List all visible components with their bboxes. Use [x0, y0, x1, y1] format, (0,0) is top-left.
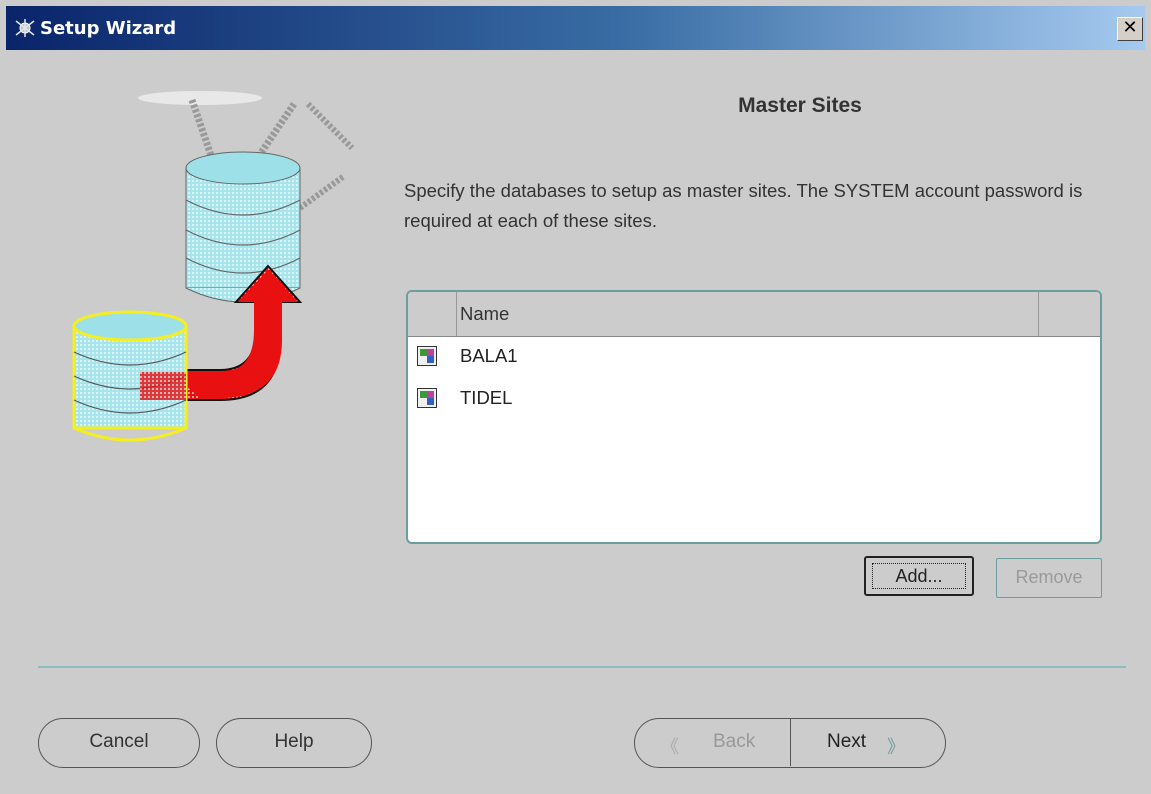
help-button[interactable]: Help: [216, 718, 372, 768]
master-sites-replication-illustration: [72, 91, 355, 442]
icon-column-header: [408, 292, 457, 336]
column-header-name[interactable]: Name: [456, 292, 1039, 336]
page-description: Specify the databases to setup as master…: [404, 180, 1083, 231]
next-button[interactable]: Next 》: [791, 719, 944, 766]
database-site-icon: [417, 388, 437, 408]
focus-ring: [872, 563, 966, 589]
database-site-icon: [417, 346, 437, 366]
help-button-label: Help: [274, 731, 314, 752]
chevron-left-icon: 《: [661, 737, 679, 758]
column-header-label: Name: [460, 303, 510, 324]
site-name: TIDEL: [460, 387, 513, 408]
window-title: Setup Wizard: [40, 18, 177, 39]
navigation-buttons: 《 Back Next 》: [634, 718, 946, 768]
title-bar: Setup Wizard ✕: [6, 6, 1145, 50]
master-sites-table[interactable]: Name BALA1 TIDEL: [406, 290, 1102, 544]
close-icon: ✕: [1122, 17, 1138, 38]
back-button-label: Back: [713, 731, 756, 752]
wizard-icon: [15, 19, 35, 37]
table-header: Name: [408, 292, 1100, 337]
table-row[interactable]: BALA1: [408, 338, 1100, 378]
remove-button[interactable]: Remove: [996, 558, 1102, 598]
remove-button-label: Remove: [1015, 567, 1083, 587]
next-button-label: Next: [827, 731, 867, 752]
cancel-button-label: Cancel: [89, 731, 149, 752]
close-button[interactable]: ✕: [1117, 17, 1143, 41]
site-name: BALA1: [460, 345, 518, 366]
footer-divider: [38, 666, 1126, 668]
table-row[interactable]: TIDEL: [408, 380, 1100, 420]
cancel-button[interactable]: Cancel: [38, 718, 200, 768]
page-title: Master Sites: [738, 94, 862, 117]
add-button[interactable]: Add...: [864, 556, 974, 596]
chevron-right-icon: 》: [887, 737, 905, 758]
setup-wizard-window: Setup Wizard ✕ Master Sites Specify the …: [0, 0, 1151, 794]
back-button[interactable]: 《 Back: [635, 719, 791, 766]
